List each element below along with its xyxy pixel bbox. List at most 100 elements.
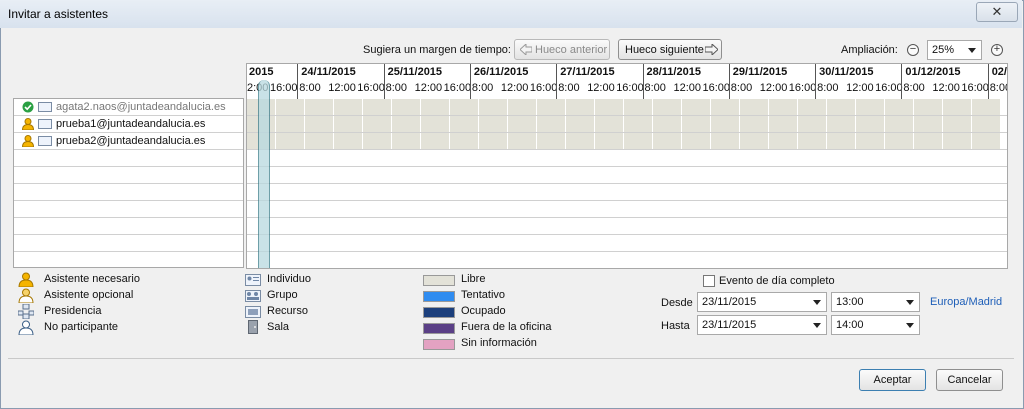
freebusy-cell bbox=[479, 99, 508, 115]
grid-row-line bbox=[247, 234, 1007, 235]
freebusy-cell bbox=[711, 133, 740, 149]
freebusy-cell bbox=[914, 116, 943, 132]
non-participant-icon bbox=[18, 320, 36, 336]
event-time-band[interactable] bbox=[258, 80, 270, 268]
freebusy-grid[interactable]: 20152:0016:0024/11/20158:0012:0016:0025/… bbox=[246, 63, 1008, 269]
attendee-email[interactable]: prueba2@juntadeandalucia.es bbox=[56, 135, 205, 147]
attendee-row[interactable]: agata2.naos@juntadeandalucia.es bbox=[14, 99, 243, 116]
freebusy-cell bbox=[740, 99, 769, 115]
chair-label: Presidencia bbox=[44, 305, 102, 317]
from-date-select[interactable]: 23/11/2015 bbox=[697, 292, 827, 312]
hour-label: 16:00 bbox=[616, 82, 644, 94]
hour-label: 12:00 bbox=[759, 82, 788, 94]
freebusy-cell bbox=[508, 133, 537, 149]
freebusy-cell bbox=[653, 133, 682, 149]
freebusy-cell bbox=[943, 99, 972, 115]
required-attendee-icon[interactable] bbox=[21, 135, 35, 148]
required-attendee-icon[interactable] bbox=[21, 118, 35, 131]
attendee-row[interactable] bbox=[14, 235, 243, 252]
to-date-select[interactable]: 23/11/2015 bbox=[697, 315, 827, 335]
attendee-row[interactable] bbox=[14, 201, 243, 218]
zoom-in-icon[interactable]: + bbox=[991, 44, 1003, 56]
zoom-select[interactable]: 25% bbox=[927, 40, 982, 60]
freebusy-cell bbox=[363, 99, 392, 115]
zoom-label: Ampliación: bbox=[841, 44, 898, 56]
freebusy-cell bbox=[421, 116, 450, 132]
day-header: 24/11/2015 bbox=[301, 66, 356, 78]
next-slot-button[interactable]: Hueco siguiente bbox=[618, 39, 722, 60]
freebusy-cell bbox=[537, 133, 566, 149]
freebusy-cell bbox=[943, 116, 972, 132]
grid-row-line bbox=[247, 183, 1007, 184]
day-separator bbox=[728, 64, 730, 99]
hour-label: 12:00 bbox=[587, 82, 615, 94]
close-button[interactable]: ✕ bbox=[976, 2, 1018, 22]
freebusy-cell bbox=[972, 99, 1001, 115]
resource-icon bbox=[245, 306, 261, 321]
previous-slot-label: Hueco anterior bbox=[535, 44, 608, 56]
freebusy-cell bbox=[624, 133, 653, 149]
suggest-slot-label: Sugiera un margen de tiempo: bbox=[363, 44, 511, 56]
hour-label: 8:00 bbox=[471, 82, 494, 94]
freebusy-cell bbox=[276, 99, 305, 115]
attendee-row[interactable]: prueba2@juntadeandalucia.es bbox=[14, 133, 243, 150]
attendee-row[interactable]: prueba1@juntadeandalucia.es bbox=[14, 116, 243, 133]
to-time-select[interactable]: 14:00 bbox=[831, 315, 920, 335]
individual-icon bbox=[38, 102, 52, 113]
freebusy-cell bbox=[450, 116, 479, 132]
freebusy-cell bbox=[508, 99, 537, 115]
organizer-check-icon[interactable] bbox=[22, 101, 34, 113]
hour-label: 16:00 bbox=[875, 82, 903, 94]
day-header: 2015 bbox=[249, 66, 274, 78]
from-time-select[interactable]: 13:00 bbox=[831, 292, 920, 312]
attendee-row[interactable] bbox=[14, 184, 243, 201]
grid-row-line bbox=[247, 217, 1007, 218]
cancel-button[interactable]: Cancelar bbox=[936, 369, 1003, 391]
freebusy-cell bbox=[711, 116, 740, 132]
freebusy-cell bbox=[798, 99, 827, 115]
grid-row-line bbox=[247, 251, 1007, 252]
required-attendee-icon bbox=[18, 272, 36, 288]
all-day-checkbox[interactable] bbox=[703, 275, 715, 287]
freebusy-cell bbox=[566, 99, 595, 115]
freebusy-cell bbox=[363, 116, 392, 132]
freebusy-cell bbox=[450, 99, 479, 115]
freebusy-cell bbox=[885, 133, 914, 149]
accept-button[interactable]: Aceptar bbox=[859, 369, 926, 391]
freebusy-cell bbox=[392, 99, 421, 115]
hour-label: 8:00 bbox=[385, 82, 408, 94]
freebusy-cell bbox=[392, 133, 421, 149]
attendee-list[interactable]: agata2.naos@juntadeandalucia.es prueba1@j… bbox=[13, 98, 244, 268]
attendee-row[interactable] bbox=[14, 150, 243, 167]
day-separator bbox=[987, 64, 989, 99]
timezone-link[interactable]: Europa/Madrid bbox=[930, 296, 1002, 308]
freebusy-cell bbox=[624, 116, 653, 132]
hour-label: 16:00 bbox=[357, 82, 385, 94]
freebusy-cell bbox=[769, 99, 798, 115]
day-header: 28/11/2015 bbox=[646, 66, 701, 78]
hour-label: 12:00 bbox=[414, 82, 443, 94]
attendee-email[interactable]: agata2.naos@juntadeandalucia.es bbox=[56, 101, 226, 113]
grid-row-line bbox=[247, 149, 1007, 150]
hour-label: 16:00 bbox=[788, 82, 817, 94]
grid-row-line bbox=[247, 166, 1007, 167]
hour-label: 8:00 bbox=[299, 82, 321, 94]
zoom-out-icon[interactable]: − bbox=[907, 44, 919, 56]
attendee-row[interactable] bbox=[14, 167, 243, 184]
freebusy-cell bbox=[276, 133, 305, 149]
group-label: Grupo bbox=[267, 289, 298, 301]
freebusy-cell bbox=[769, 133, 798, 149]
day-separator bbox=[901, 64, 903, 99]
attendee-row[interactable] bbox=[14, 218, 243, 235]
hour-label: 16:00 bbox=[443, 82, 472, 94]
chevron-down-icon bbox=[968, 48, 976, 53]
day-separator bbox=[297, 64, 299, 99]
day-header: 01/12/2015 bbox=[905, 66, 961, 78]
freebusy-cell bbox=[479, 116, 508, 132]
grid-row-line bbox=[247, 115, 1007, 116]
individual-label: Individuo bbox=[267, 273, 312, 285]
hour-label: 8:00 bbox=[817, 82, 839, 94]
attendee-email[interactable]: prueba1@juntadeandalucia.es bbox=[56, 118, 205, 130]
previous-slot-button[interactable]: Hueco anterior bbox=[514, 39, 610, 60]
freebusy-cell bbox=[827, 116, 856, 132]
